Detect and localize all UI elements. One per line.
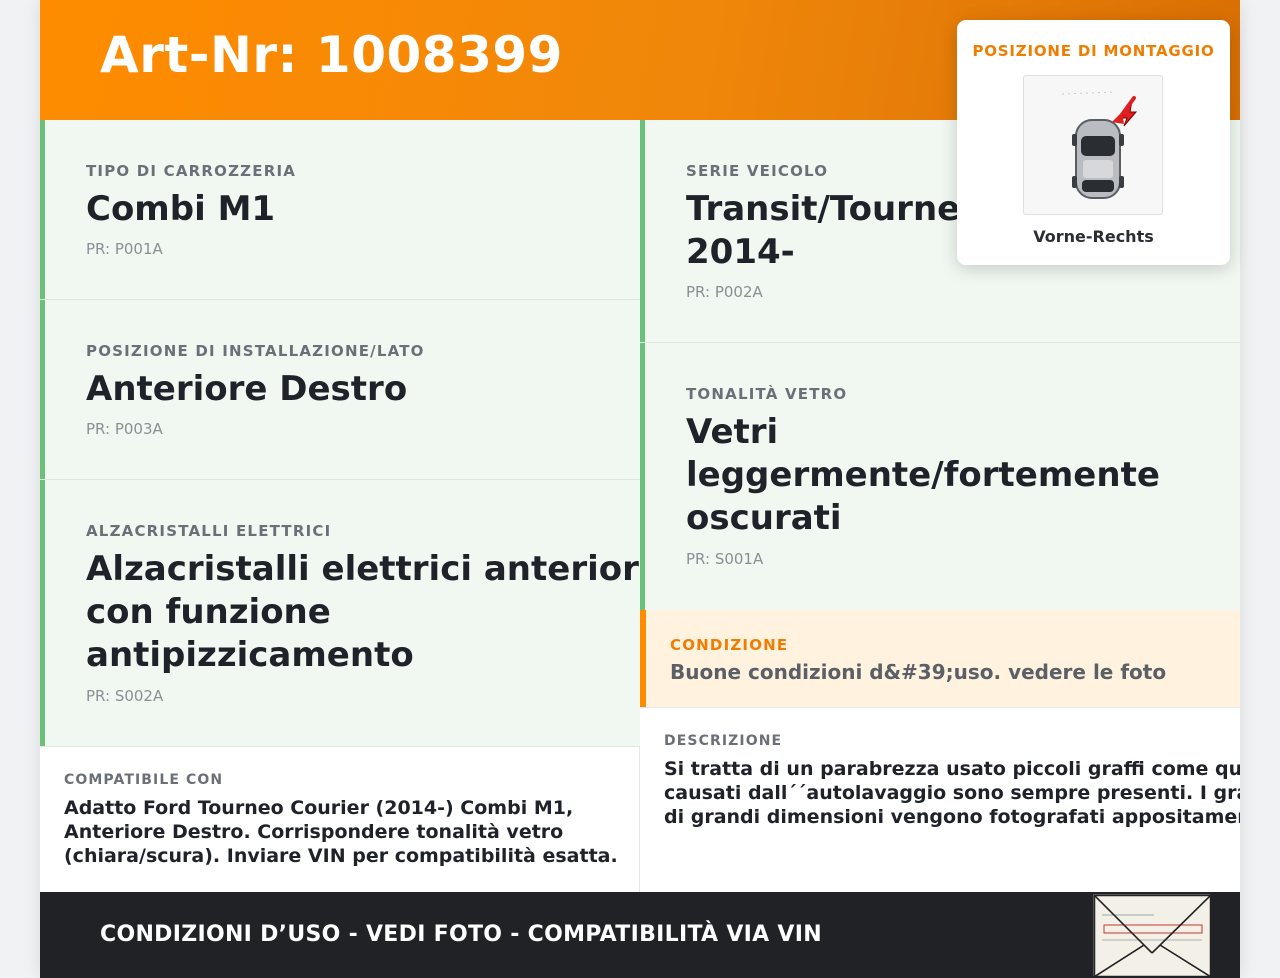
column-divider bbox=[639, 746, 640, 892]
mounting-title: POSIZIONE DI MONTAGGIO bbox=[972, 42, 1215, 60]
condition-label: CONDIZIONE bbox=[670, 636, 789, 654]
field-value: Anteriore Destro bbox=[86, 369, 408, 409]
field-code: PR: S001A bbox=[686, 550, 764, 568]
description-text-line: causati dall´´autolavaggio sono sempre p… bbox=[664, 782, 1240, 804]
condition-text: Buone condizioni d&#39;uso. vedere le fo… bbox=[670, 660, 1167, 684]
field-value-line: 2014- bbox=[686, 232, 795, 272]
field-value-line: con funzione bbox=[86, 592, 331, 632]
field-label: POSIZIONE DI INSTALLAZIONE/LATO bbox=[86, 342, 425, 360]
mounting-caption: Vorne-Rechts bbox=[1033, 227, 1154, 246]
field-value-line: Alzacristalli elettrici anteriori bbox=[86, 549, 651, 589]
mounting-position-card: POSIZIONE DI MONTAGGIO Vorne-Rechts bbox=[957, 20, 1230, 265]
field-code: PR: P003A bbox=[86, 420, 163, 438]
compatible-text-line: (chiara/scura). Inviare VIN per compatib… bbox=[64, 845, 618, 867]
divider bbox=[640, 707, 1240, 708]
article-number-title: Art-Nr: 1008399 bbox=[100, 26, 563, 84]
field-glass-tint: TONALITÀ VETRO Vetri leggermente/forteme… bbox=[640, 343, 1240, 610]
field-install-position: POSIZIONE DI INSTALLAZIONE/LATO Anterior… bbox=[40, 300, 640, 480]
footer-bar: CONDIZIONI D’USO - VEDI FOTO - COMPATIBI… bbox=[40, 892, 1240, 978]
field-value-line: Vetri bbox=[686, 412, 779, 452]
description-text-line: Si tratta di un parabrezza usato piccoli… bbox=[664, 758, 1240, 780]
field-code: PR: P002A bbox=[686, 283, 763, 301]
field-power-windows: ALZACRISTALLI ELETTRICI Alzacristalli el… bbox=[40, 480, 651, 746]
field-value-line: antipizzicamento bbox=[86, 635, 414, 675]
divider bbox=[40, 746, 640, 747]
field-code: PR: P001A bbox=[86, 240, 163, 258]
compatible-text-line: Anteriore Destro. Corrispondere tonalità… bbox=[64, 821, 564, 843]
field-label: SERIE VEICOLO bbox=[686, 162, 829, 180]
envelope-stamp-icon bbox=[1093, 894, 1212, 978]
field-body-type: TIPO DI CARROZZERIA Combi M1 PR: P001A bbox=[40, 120, 640, 300]
condition-panel: CONDIZIONE Buone condizioni d&#39;uso. v… bbox=[640, 610, 1240, 707]
car-top-view-icon bbox=[1023, 75, 1163, 215]
description-label: DESCRIZIONE bbox=[664, 733, 783, 749]
field-value-line: oscurati bbox=[686, 498, 842, 538]
field-label: ALZACRISTALLI ELETTRICI bbox=[86, 522, 332, 540]
description-text-line: di grandi dimensioni vengono fotografati… bbox=[664, 806, 1240, 828]
field-label: TIPO DI CARROZZERIA bbox=[86, 162, 297, 180]
field-value: Combi M1 bbox=[86, 189, 276, 229]
compatible-text-line: Adatto Ford Tourneo Courier (2014-) Comb… bbox=[64, 797, 574, 819]
field-code: PR: S002A bbox=[86, 687, 164, 705]
compatible-label: COMPATIBILE CON bbox=[64, 772, 224, 788]
field-label: TONALITÀ VETRO bbox=[686, 385, 848, 403]
field-value-line: leggermente/fortemente bbox=[686, 455, 1160, 495]
footer-text: CONDIZIONI D’USO - VEDI FOTO - COMPATIBI… bbox=[100, 922, 822, 947]
